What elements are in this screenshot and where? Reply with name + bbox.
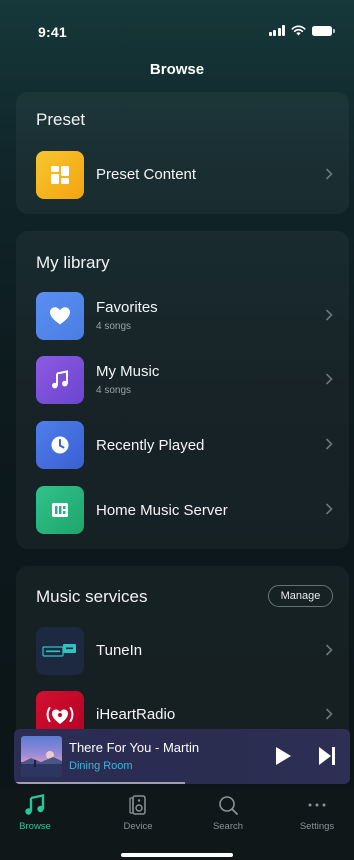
tab-bar: Browse Device Search Settings (0, 786, 354, 860)
now-playing-bar[interactable]: There For You - Martin Dining Room (14, 729, 350, 784)
status-icons (268, 25, 335, 36)
chevron-right-icon (325, 503, 333, 515)
row-title: Home Music Server (96, 502, 228, 519)
now-playing-title: There For You - Martin (69, 740, 200, 755)
row-subtitle: 4 songs (96, 385, 132, 396)
status-time: 9:41 (38, 24, 67, 40)
tab-label: Search (212, 821, 244, 832)
status-bar: 9:41 (0, 0, 354, 56)
list-item-recently-played[interactable]: Recently Played (16, 416, 349, 476)
chevron-right-icon (325, 309, 333, 321)
tab-search[interactable]: Search (193, 794, 263, 838)
speaker-icon (129, 795, 146, 815)
chevron-right-icon (325, 373, 333, 385)
list-item-favorites[interactable]: Favorites 4 songs (16, 287, 349, 347)
now-playing-room[interactable]: Dining Room (69, 760, 133, 772)
chevron-right-icon (325, 644, 333, 656)
music-note-icon (36, 356, 84, 404)
library-section: My library Favorites 4 songs My Music 4 … (16, 231, 349, 549)
skip-next-icon[interactable] (318, 746, 336, 766)
manage-button[interactable]: Manage (268, 585, 333, 607)
home-indicator[interactable] (121, 853, 233, 857)
row-title: TuneIn (96, 642, 143, 659)
preset-section: Preset Preset Content (16, 92, 349, 214)
battery-icon (312, 25, 335, 36)
row-title: Recently Played (96, 437, 205, 454)
wifi-icon (291, 25, 306, 36)
grid-icon (36, 151, 84, 199)
album-art[interactable] (21, 736, 62, 777)
row-title: Favorites (96, 299, 158, 316)
section-title-library: My library (36, 253, 110, 272)
section-title-preset: Preset (36, 110, 86, 129)
server-icon (36, 486, 84, 534)
row-title: My Music (96, 363, 160, 380)
list-item-home-music-server[interactable]: Home Music Server (16, 481, 349, 541)
heart-icon (36, 292, 84, 340)
row-title: iHeartRadio (96, 706, 176, 723)
chevron-right-icon (325, 168, 333, 180)
page-title: Browse (149, 61, 205, 78)
cellular-signal-icon (268, 25, 285, 36)
tab-settings[interactable]: Settings (282, 794, 352, 838)
clock-icon (36, 421, 84, 469)
playback-progress (14, 782, 186, 784)
tab-label: Device (123, 821, 153, 832)
list-item-preset-content[interactable]: Preset Content (16, 146, 349, 206)
tab-browse[interactable]: Browse (0, 794, 70, 838)
tab-label: Settings (299, 821, 335, 832)
chevron-right-icon (325, 438, 333, 450)
music-note-icon (25, 794, 45, 815)
more-icon (308, 803, 326, 807)
tab-device[interactable]: Device (103, 794, 173, 838)
list-item-my-music[interactable]: My Music 4 songs (16, 351, 349, 411)
list-item-tunein[interactable]: TuneIn (16, 622, 349, 682)
row-title: Preset Content (96, 166, 197, 183)
search-icon (219, 796, 238, 815)
section-title-services: Music services (36, 587, 148, 606)
tunein-logo-icon (36, 627, 84, 675)
tab-label: Browse (19, 821, 51, 832)
chevron-right-icon (325, 708, 333, 720)
row-subtitle: 4 songs (96, 321, 132, 332)
play-icon[interactable] (274, 746, 292, 766)
